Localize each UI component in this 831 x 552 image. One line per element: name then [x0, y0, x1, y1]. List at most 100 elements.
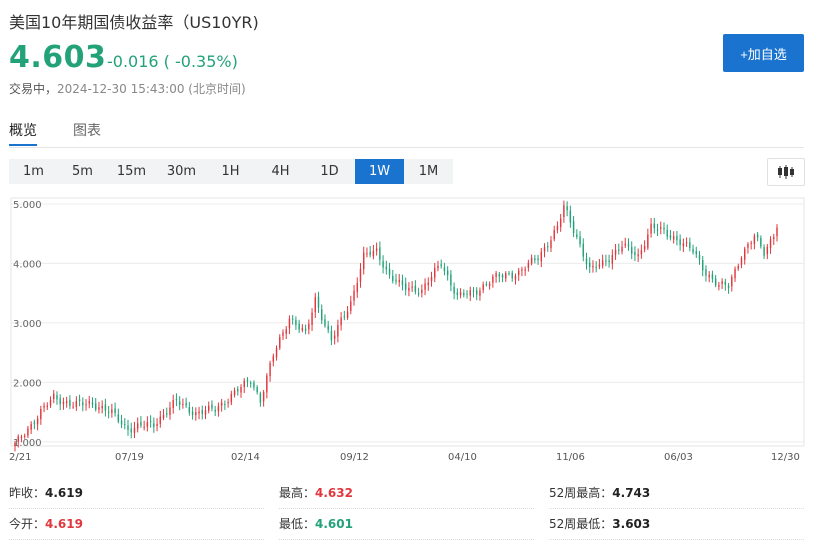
candle-body [547, 246, 549, 248]
y-tick-label: 5.000 [13, 200, 42, 211]
candle-body [324, 319, 326, 326]
candle-body [627, 244, 630, 247]
chart-type-button[interactable] [767, 158, 805, 186]
period-5m[interactable]: 5m [58, 159, 107, 184]
candle-body [488, 283, 491, 286]
candle-body [698, 255, 701, 260]
candle-body [708, 274, 710, 278]
period-4h[interactable]: 4H [256, 159, 305, 184]
candle-body [434, 267, 436, 278]
candle-body [75, 400, 78, 407]
candle-body [279, 337, 281, 348]
candle-body [43, 405, 45, 408]
period-1w[interactable]: 1W [355, 159, 404, 184]
candle-body [440, 264, 442, 267]
candle-body [330, 330, 333, 341]
candle-body [304, 328, 307, 331]
candle-body [188, 407, 191, 413]
add-to-watchlist-button[interactable]: +加自选 [723, 34, 804, 72]
candle-body [291, 318, 294, 320]
candle-body [553, 230, 555, 240]
candle-body [124, 424, 126, 426]
candle-body [511, 272, 513, 279]
candle-body [214, 409, 216, 412]
candle-body [776, 227, 778, 237]
period-15m[interactable]: 15m [107, 159, 156, 184]
candle-body [117, 414, 120, 422]
candle-body [479, 290, 481, 296]
tab-chart[interactable]: 图表 [73, 120, 101, 140]
period-1h[interactable]: 1H [206, 159, 255, 184]
candle-body [69, 399, 71, 406]
candle-body [53, 393, 55, 400]
divider [549, 508, 804, 509]
candle-body [702, 259, 704, 271]
status-label: 交易中， [9, 82, 58, 96]
y-tick-label: 3.000 [13, 319, 42, 330]
candlestick-chart[interactable]: 5.000 4.000 3.000 2.000 1.000 2/21 07/19 02/14 0… [9, 196, 806, 468]
stat-prev-close: 昨收：4.619 [9, 484, 83, 501]
candle-body [372, 250, 375, 257]
candle-body [614, 249, 617, 255]
candle-body [398, 279, 400, 283]
candle-body [634, 252, 636, 256]
candle-body [773, 237, 775, 239]
candle-body [136, 423, 139, 429]
candle-body [621, 246, 623, 252]
candle-body [379, 247, 381, 260]
candle-body [111, 409, 113, 413]
candle-body [217, 406, 220, 412]
candle-body [760, 237, 762, 247]
candle-body [298, 323, 300, 330]
candle-body [17, 436, 19, 442]
candle-body [395, 279, 397, 282]
candle-body [611, 255, 614, 264]
candle-body [401, 280, 404, 285]
candle-body [656, 229, 659, 231]
candle-body [550, 240, 552, 249]
candle-body [756, 234, 759, 238]
candle-body [508, 273, 510, 275]
page-title: 美国10年期国债收益率（US10YR) [9, 13, 259, 32]
candle-body [459, 292, 462, 296]
candle-body [282, 332, 284, 337]
candle-body [663, 227, 665, 230]
candle-body [382, 261, 384, 268]
candle-body [211, 404, 213, 409]
candle-body [327, 325, 329, 330]
candle-body [453, 286, 455, 294]
period-30m[interactable]: 30m [157, 159, 206, 184]
candle-body [259, 393, 262, 403]
candle-body [220, 402, 223, 406]
candle-body [527, 262, 530, 268]
candle-body [253, 382, 255, 388]
candle-body [94, 403, 97, 410]
stat-prev-close-label: 昨收： [9, 486, 46, 500]
candle-body [266, 375, 268, 393]
period-1d[interactable]: 1D [305, 159, 354, 184]
stat-open-label: 今开： [9, 517, 46, 531]
candle-body [766, 246, 769, 255]
candle-body [450, 274, 452, 286]
candle-body [524, 269, 526, 271]
period-1mo[interactable]: 1M [404, 159, 453, 184]
candle-body [579, 236, 581, 245]
x-tick-label: 06/03 [664, 452, 693, 463]
price-chart[interactable]: 5.000 4.000 3.000 2.000 1.000 2/21 07/19 02/14 0… [9, 196, 806, 468]
candle-body [540, 251, 543, 262]
candle-body [669, 235, 672, 239]
candle-body [249, 382, 252, 384]
candle-body [411, 286, 413, 288]
tab-overview[interactable]: 概览 [9, 120, 37, 140]
candle-body [666, 229, 668, 237]
period-1m[interactable]: 1m [9, 159, 58, 184]
candle-body [385, 266, 388, 270]
candle-body [130, 428, 132, 433]
candle-body [366, 253, 368, 255]
candle-body [714, 278, 717, 286]
candle-body [647, 234, 649, 248]
trade-status: 交易中，2024-12-30 15:43:00 (北京时间) [9, 80, 246, 97]
candle-body [227, 402, 229, 404]
candle-body [472, 290, 475, 292]
candle-body [353, 290, 355, 301]
